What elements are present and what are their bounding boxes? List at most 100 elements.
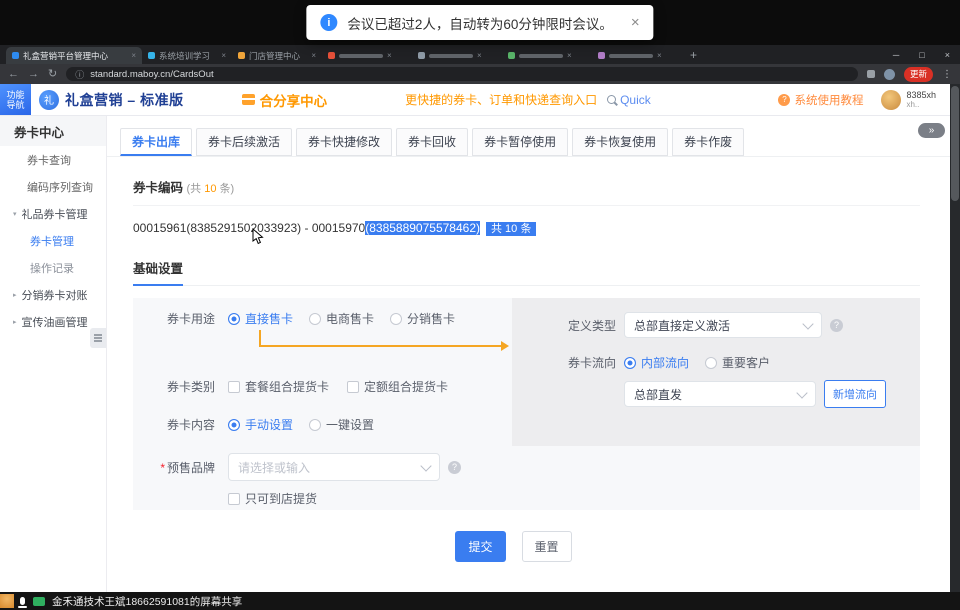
sidebar-collapse-handle[interactable] xyxy=(90,328,106,348)
sidebar-item-card-query[interactable]: 券卡查询 xyxy=(0,146,106,173)
tab-favicon xyxy=(238,52,245,59)
browser-toolbar: ← → ↻ ⓘ standard.maboy.cn/CardsOut 更新 ⋮ xyxy=(0,64,960,84)
url-text: standard.maboy.cn/CardsOut xyxy=(90,69,213,80)
panel-collapse-button[interactable]: » xyxy=(918,123,945,138)
minimize-icon[interactable]: ─ xyxy=(883,50,909,60)
back-icon[interactable]: ← xyxy=(8,69,19,80)
main-tab[interactable]: 券卡暂停使用 xyxy=(472,128,568,156)
required-asterisk: * xyxy=(160,461,165,475)
radio-manual-setting[interactable]: 手动设置 xyxy=(228,416,293,433)
profile-avatar[interactable] xyxy=(884,69,895,80)
main-tab[interactable]: 券卡快捷修改 xyxy=(296,128,392,156)
new-tab-button[interactable]: + xyxy=(690,48,697,62)
brand-row: *预售品牌 请选择或输入 ? xyxy=(155,453,461,481)
main-tab[interactable]: 券卡作废 xyxy=(672,128,744,156)
promo-text: 更快捷的券卡、订单和快递查询入口 xyxy=(405,91,597,108)
main-content: » 券卡出库 券卡后续激活 券卡快捷修改 券卡回收 券卡暂停使用 券卡恢复使用 … xyxy=(107,116,950,592)
sidebar-group-distribution[interactable]: ▸ 分销券卡对账 xyxy=(0,281,106,308)
tab-close-icon[interactable]: × xyxy=(221,51,226,60)
toast-close-icon[interactable]: × xyxy=(631,14,640,31)
user-menu[interactable]: 8385xh xh.. xyxy=(881,90,936,110)
browser-tab[interactable]: × xyxy=(322,47,412,64)
reset-button[interactable]: 重置 xyxy=(522,531,572,562)
tab-title: 礼盒营销平台管理中心 xyxy=(23,50,127,62)
quick-search-link[interactable]: Quick xyxy=(607,93,651,107)
forward-icon[interactable]: → xyxy=(28,69,39,80)
tab-close-icon[interactable]: × xyxy=(131,51,136,60)
checkbox-combo-card[interactable]: 套餐组合提货卡 xyxy=(228,378,329,395)
tab-favicon xyxy=(328,52,335,59)
chevron-down-icon: ▾ xyxy=(13,210,17,218)
submit-button[interactable]: 提交 xyxy=(455,531,505,562)
address-bar[interactable]: ⓘ standard.maboy.cn/CardsOut xyxy=(66,67,858,81)
brand-select[interactable]: 请选择或输入 xyxy=(228,453,440,481)
flow-select[interactable]: 总部直发 xyxy=(624,381,816,407)
menu-icon[interactable]: ⋮ xyxy=(942,69,952,80)
tab-close-icon[interactable]: × xyxy=(567,51,572,60)
question-icon[interactable]: ? xyxy=(830,319,843,332)
avatar xyxy=(0,594,14,608)
radio-internal-flow[interactable]: 内部流向 xyxy=(624,354,689,371)
screen-share-bar: 金禾通技术王斌18662591081的屏幕共享 xyxy=(0,592,960,610)
user-sub: xh.. xyxy=(906,100,936,110)
tab-close-icon[interactable]: × xyxy=(311,51,316,60)
sidebar-item-sequence-query[interactable]: 编码序列查询 xyxy=(0,173,106,200)
page-scrollbar[interactable] xyxy=(950,84,960,592)
microphone-icon[interactable] xyxy=(20,597,25,605)
tab-close-icon[interactable]: × xyxy=(387,51,392,60)
function-nav-toggle[interactable]: 功能 导航 xyxy=(0,84,31,115)
main-tab[interactable]: 券卡恢复使用 xyxy=(572,128,668,156)
browser-tab[interactable]: 礼盒营销平台管理中心 × xyxy=(6,47,142,64)
checkbox-store-pickup-only[interactable]: 只可到店提货 xyxy=(228,490,317,507)
extensions-icon[interactable] xyxy=(867,70,875,78)
update-badge[interactable]: 更新 xyxy=(904,67,933,82)
radio-distribution-sale[interactable]: 分销售卡 xyxy=(390,310,455,327)
browser-tab[interactable]: 门店管理中心 × xyxy=(232,47,322,64)
chevron-down-icon xyxy=(420,460,431,471)
app-body: 券卡中心 券卡查询 编码序列查询 ▾ 礼品券卡管理 券卡管理 操作记录 ▸ 分销… xyxy=(0,116,950,592)
question-icon[interactable]: ? xyxy=(448,461,461,474)
tab-favicon xyxy=(418,52,425,59)
radio-onekey-setting[interactable]: 一键设置 xyxy=(309,416,374,433)
tab-title-placeholder xyxy=(519,54,563,58)
scrollbar-thumb[interactable] xyxy=(951,86,959,201)
reload-icon[interactable]: ↻ xyxy=(48,69,57,80)
share-center-link[interactable]: 合分享中心 xyxy=(242,90,328,110)
site-info-icon[interactable]: ⓘ xyxy=(75,68,84,81)
chevron-down-icon xyxy=(796,387,807,398)
browser-tab[interactable]: 系统培训学习 × xyxy=(142,47,232,64)
user-name: 8385xh xyxy=(906,90,936,100)
maximize-icon[interactable]: □ xyxy=(909,50,934,60)
sidebar-item-operation-log[interactable]: 操作记录 xyxy=(0,254,106,281)
content-label: 券卡内容 xyxy=(155,416,215,433)
gift-icon xyxy=(242,94,255,105)
browser-tab[interactable]: × xyxy=(412,47,502,64)
radio-ecommerce-sale[interactable]: 电商售卡 xyxy=(309,310,374,327)
tab-close-icon[interactable]: × xyxy=(477,51,482,60)
browser-tab[interactable]: × xyxy=(502,47,592,64)
mouse-cursor xyxy=(252,228,264,245)
radio-direct-sale[interactable]: 直接售卡 xyxy=(228,310,293,327)
flow-label: 券卡流向 xyxy=(532,354,616,371)
checkbox-icon xyxy=(228,493,240,505)
tutorial-link[interactable]: ? 系统使用教程 xyxy=(778,92,863,108)
tab-title-placeholder xyxy=(429,54,473,58)
tab-close-icon[interactable]: × xyxy=(657,51,662,60)
window-close-icon[interactable]: × xyxy=(935,50,960,60)
sidebar-group-gift-card[interactable]: ▾ 礼品券卡管理 xyxy=(0,200,106,227)
define-type-select[interactable]: 总部直接定义激活 xyxy=(624,312,822,338)
main-tab[interactable]: 券卡回收 xyxy=(396,128,468,156)
meeting-toast: i 会议已超过2人，自动转为60分钟限时会议。 × xyxy=(306,5,653,40)
divider xyxy=(133,285,920,286)
sidebar: 券卡中心 券卡查询 编码序列查询 ▾ 礼品券卡管理 券卡管理 操作记录 ▸ 分销… xyxy=(0,116,107,592)
sidebar-item-card-manage[interactable]: 券卡管理 xyxy=(0,227,106,254)
radio-important-customer[interactable]: 重要客户 xyxy=(705,354,770,371)
checkbox-fixed-combo-card[interactable]: 定额组合提货卡 xyxy=(347,378,448,395)
help-icon: ? xyxy=(778,94,790,106)
browser-tab[interactable]: × xyxy=(592,47,682,64)
radio-icon xyxy=(390,313,402,325)
main-tab[interactable]: 券卡后续激活 xyxy=(196,128,292,156)
avatar xyxy=(881,90,901,110)
main-tab[interactable]: 券卡出库 xyxy=(120,128,192,156)
add-flow-button[interactable]: 新增流向 xyxy=(824,380,886,408)
